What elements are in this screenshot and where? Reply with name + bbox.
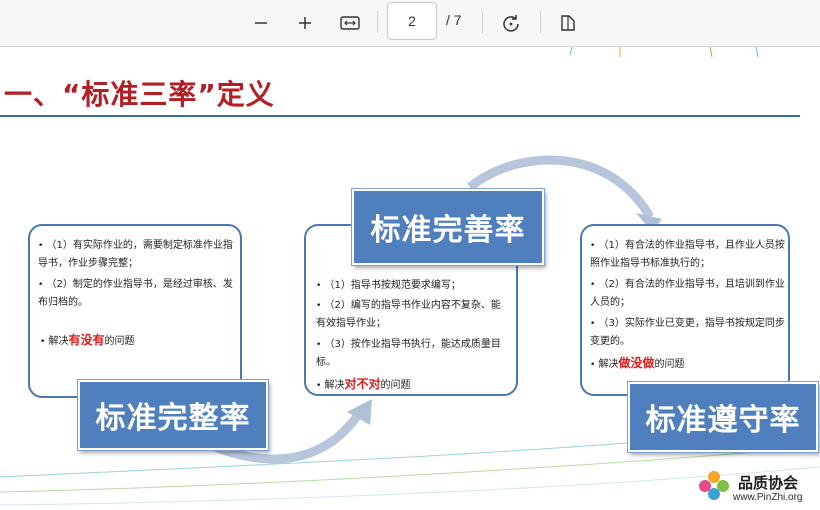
card3-bullet-1: • （1）有合法的作业指导书，且作业人员按照作业指导书标准执行的； [590,240,785,269]
pdf-toolbar: 2 / 7 [0,0,820,47]
toolbar-divider [540,11,541,33]
logo-url: www.PinZhi.org [733,492,803,503]
card1-bullet-2: • （2）制定的作业指导书，是经过审核、发布归档的。 [38,279,233,308]
fit-width-button[interactable] [335,8,365,38]
page-total-label: / 7 [446,12,462,28]
minus-icon [255,22,267,24]
label-compliance: 标准遵守率 [628,382,818,452]
card3-solve: • 解决做没做的问题 [590,356,685,370]
page-number-input[interactable]: 2 [387,2,437,40]
card1-bullet-1: • （1）有实际作业的，需要制定标准作业指导书，作业步骤完整； [38,240,233,269]
zoom-in-button[interactable] [290,8,320,38]
card3-bullet-2: • （2）有合法的作业指导书，且培训到作业人员的； [590,279,785,308]
fit-width-icon [340,16,360,30]
page-view-icon [561,15,575,31]
card2-solve: • 解决对不对的问题 [316,377,411,391]
toolbar-divider [482,11,483,33]
rotate-button[interactable] [496,8,526,38]
toolbar-divider [377,11,378,33]
card2-bullet-2: • （2）编写的指导书作业内容不复杂、能有效指导作业； [316,300,501,329]
label-completeness: 标准完整率 [78,380,268,450]
card2-bullet-1: • （1）指导书按规范要求编写； [316,280,461,291]
card2-bullet-3: • （3）按作业指导书执行，能达成质量目标。 [316,339,501,368]
zoom-out-button[interactable] [246,8,276,38]
label-perfection: 标准完善率 [352,189,544,265]
page-view-button[interactable] [553,8,583,38]
card3-bullet-3: • （3）实际作业已变更，指导书按规定同步变更的。 [590,318,785,347]
rotate-icon [503,15,519,32]
pinzhi-logo-icon [699,471,729,500]
plus-icon [299,17,311,29]
slide-page: 一、“标准三率”定义 • （1）有实际作业的，需要制定标准作业指导书，作业步骤完… [0,47,820,510]
card1-solve: • 解决有没有的问题 [40,333,135,347]
logo-text: 品质协会 [738,474,799,492]
